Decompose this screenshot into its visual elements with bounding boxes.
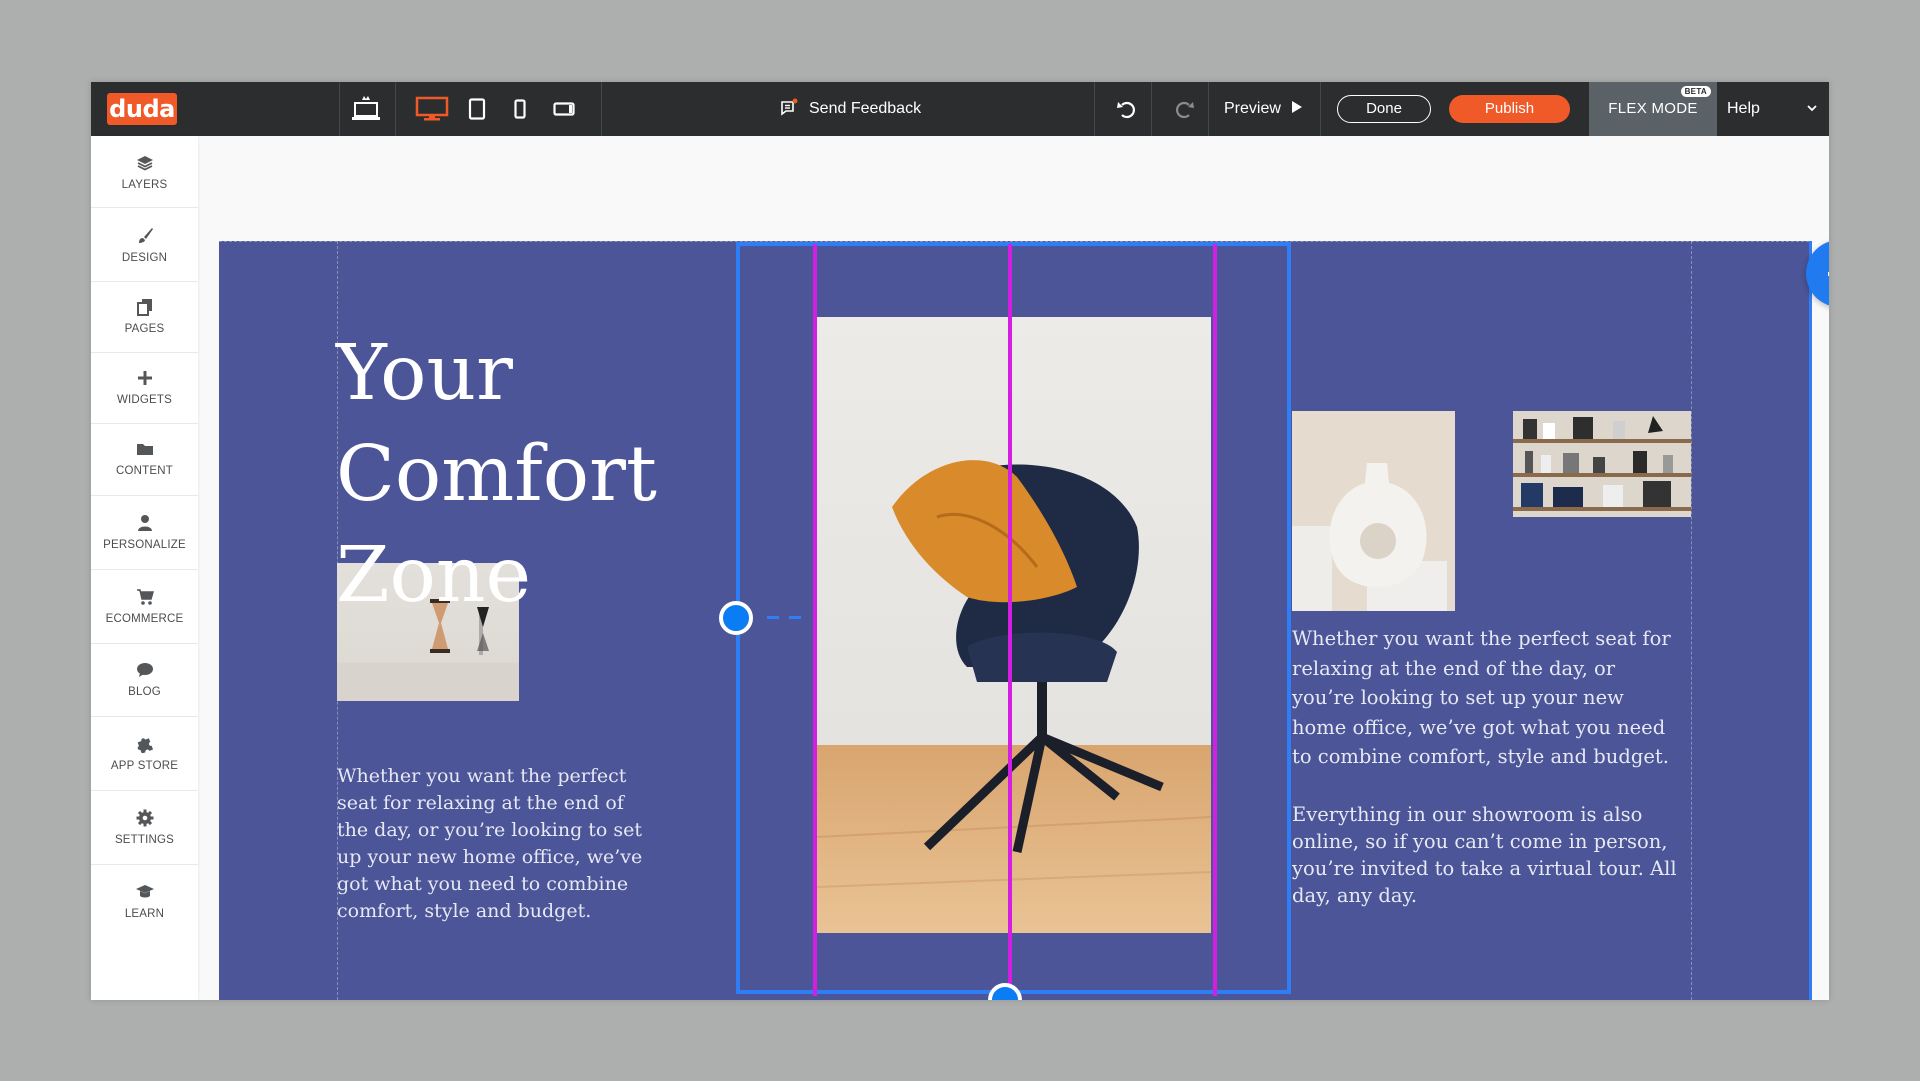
- sidebar-item-widgets[interactable]: WIDGETS: [91, 351, 198, 423]
- play-icon: [1291, 100, 1303, 119]
- resize-guide: [767, 616, 779, 619]
- chevron-down-icon[interactable]: [1807, 82, 1817, 136]
- resize-handle-left[interactable]: [719, 601, 753, 635]
- brush-icon: [136, 227, 154, 245]
- sidebar-item-label: CONTENT: [116, 464, 173, 477]
- flex-mode-toggle[interactable]: FLEX MODE BETA: [1589, 82, 1717, 136]
- person-icon: [137, 514, 153, 532]
- sidebar-item-label: BLOG: [128, 685, 161, 698]
- undo-icon[interactable]: [1105, 82, 1149, 136]
- resize-handle-bottom[interactable]: [988, 983, 1022, 1000]
- grid-guide-line: [813, 244, 817, 996]
- send-feedback-button[interactable]: Send Feedback: [779, 82, 921, 136]
- sidebar-item-personalize[interactable]: PERSONALIZE: [91, 496, 198, 568]
- sidebar-item-app-store[interactable]: APP STORE: [91, 717, 198, 789]
- sidebar-item-label: SETTINGS: [114, 833, 175, 846]
- publish-button[interactable]: Publish: [1449, 95, 1570, 123]
- column-guide: [1691, 241, 1692, 1000]
- sidebar-item-blog[interactable]: BLOG: [91, 643, 198, 715]
- send-feedback-label: Send Feedback: [809, 100, 922, 117]
- pages-icon: [136, 298, 153, 316]
- toolbar-divider: [339, 82, 340, 136]
- graduation-cap-icon: [135, 883, 155, 901]
- folder-icon: [136, 440, 154, 458]
- hero-section[interactable]: Your Comfort Zone Whether you want the p…: [219, 241, 1812, 1000]
- desktop-icon[interactable]: [413, 82, 451, 136]
- toolbar-divider: [395, 82, 396, 136]
- gear-icon: [136, 809, 154, 827]
- right-paragraph-1[interactable]: Whether you want the perfect seat for re…: [1292, 624, 1682, 772]
- toolbar-divider: [1320, 82, 1321, 136]
- left-paragraph[interactable]: Whether you want the perfect seat for re…: [337, 763, 657, 925]
- redo-icon[interactable]: [1162, 82, 1206, 136]
- preview-button[interactable]: Preview: [1224, 82, 1303, 136]
- sidebar-item-label: WIDGETS: [116, 393, 173, 406]
- sidebar-item-layers[interactable]: LAYERS: [91, 136, 198, 208]
- sidebar-item-label: LEARN: [124, 907, 165, 920]
- sidebar-item-learn[interactable]: LEARN: [91, 865, 198, 937]
- grid-guide-line: [1213, 244, 1217, 996]
- grid-guide-line: [1008, 244, 1012, 996]
- toolbar-divider: [601, 82, 602, 136]
- shelf-image[interactable]: [1513, 411, 1691, 517]
- plus-icon: [137, 369, 153, 387]
- layers-icon: [136, 154, 154, 172]
- tablet-icon[interactable]: [464, 82, 490, 136]
- editor-window: duda Send Feedback Preview Done Publish …: [91, 82, 1829, 1000]
- done-button[interactable]: Done: [1337, 95, 1431, 123]
- beta-badge: BETA: [1680, 86, 1711, 97]
- sidebar-item-label: LAYERS: [121, 178, 168, 191]
- duda-logo[interactable]: duda: [107, 93, 177, 125]
- toolbar-divider: [1094, 82, 1095, 136]
- sidebar-item-settings[interactable]: SETTINGS: [91, 791, 198, 863]
- chair-image[interactable]: [817, 317, 1211, 933]
- section-title[interactable]: Your Comfort Zone: [336, 323, 696, 626]
- top-toolbar: duda Send Feedback Preview Done Publish …: [91, 82, 1829, 136]
- sidebar-divider: [91, 207, 198, 208]
- landscape-icon[interactable]: [550, 82, 578, 136]
- right-paragraph-2[interactable]: Everything in our showroom is also onlin…: [1292, 801, 1682, 909]
- sidebar-item-label: PERSONALIZE: [103, 538, 186, 551]
- laptop-crown-icon[interactable]: [345, 82, 387, 136]
- editor-canvas[interactable]: Your Comfort Zone Whether you want the p…: [219, 136, 1812, 1000]
- cart-icon: [136, 588, 154, 606]
- sidebar-item-label: PAGES: [124, 322, 165, 335]
- sidebar-item-pages[interactable]: PAGES: [91, 280, 198, 352]
- sliders-icon: [1823, 254, 1829, 293]
- toolbar-divider: [1208, 82, 1209, 136]
- sidebar-item-label: DESIGN: [121, 251, 168, 264]
- left-sidebar: LAYERS DESIGN PAGES WIDGETS CONTENT PERS…: [91, 136, 198, 1000]
- sidebar-item-content[interactable]: CONTENT: [91, 422, 198, 494]
- sidebar-item-ecommerce[interactable]: ECOMMERCE: [91, 570, 198, 642]
- speech-bubble-icon: [136, 661, 154, 679]
- preview-label: Preview: [1224, 100, 1281, 117]
- vase-image[interactable]: [1292, 411, 1455, 611]
- toolbar-divider: [1151, 82, 1152, 136]
- feedback-icon: [779, 97, 799, 122]
- help-menu[interactable]: Help: [1727, 82, 1760, 136]
- sidebar-item-label: APP STORE: [110, 759, 179, 772]
- resize-guide: [789, 616, 801, 619]
- section-guide: [219, 241, 1809, 242]
- mobile-icon[interactable]: [509, 82, 531, 136]
- flex-mode-label: FLEX MODE: [1608, 100, 1698, 117]
- sidebar-item-label: ECOMMERCE: [105, 612, 184, 625]
- puzzle-icon: [136, 735, 154, 753]
- sidebar-item-design[interactable]: DESIGN: [91, 209, 198, 281]
